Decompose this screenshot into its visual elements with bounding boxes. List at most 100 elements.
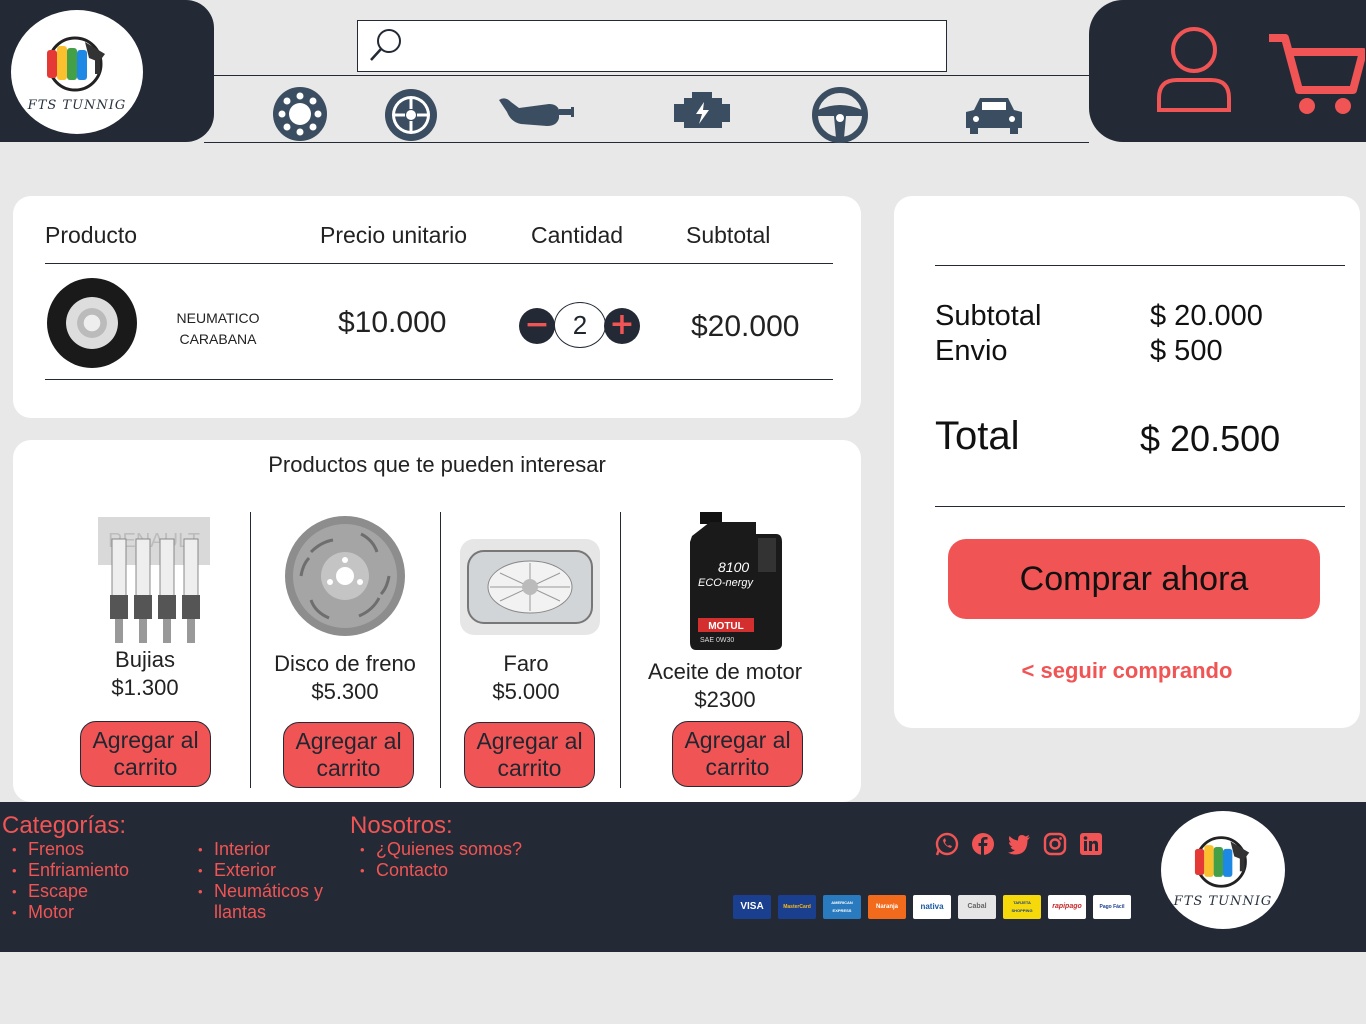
brand-name: FTS TUNNIG: [27, 97, 127, 113]
summary-total-label: Total: [935, 414, 1020, 458]
twitter-icon[interactable]: [1007, 832, 1031, 856]
add-to-cart-button[interactable]: Agregar al carrito: [464, 722, 595, 788]
suggestion-name: Aceite de motor: [647, 659, 803, 684]
header-left-block: FTS TUNNIG: [0, 0, 214, 142]
continue-shopping-link[interactable]: < seguir comprando: [894, 658, 1360, 684]
escape-icon[interactable]: [497, 94, 575, 130]
user-icon[interactable]: [1155, 26, 1233, 114]
suggestions-panel: Productos que te pueden interesar RENAUL…: [13, 440, 861, 802]
footer-link-about[interactable]: ¿Quienes somos?: [350, 839, 570, 860]
summary-subtotal-label: Subtotal: [935, 300, 1042, 332]
cart-panel: Producto Precio unitario Cantidad Subtot…: [13, 196, 861, 418]
product-image-spark-plugs[interactable]: RENAULT: [98, 517, 210, 645]
suggestion-price: $5.300: [311, 679, 379, 704]
brand-logo[interactable]: FTS TUNNIG: [11, 10, 143, 134]
quantity-value[interactable]: 2: [554, 302, 606, 348]
payment-logo: VISA: [733, 895, 771, 919]
footer-link-frenos[interactable]: Frenos: [2, 839, 182, 860]
add-to-cart-button[interactable]: Agregar al carrito: [80, 721, 211, 787]
footer-link-interior[interactable]: Interior: [188, 839, 348, 860]
volante-icon[interactable]: [810, 86, 870, 144]
svg-text:MOTUL: MOTUL: [708, 621, 744, 632]
footer-brand-logo[interactable]: FTS TUNNIG: [1161, 811, 1285, 929]
footer-brand-name: FTS TUNNIG: [1173, 893, 1273, 909]
header-unit-price: Precio unitario: [320, 222, 468, 248]
suggestion-name: Bujias: [115, 647, 175, 672]
spray-gun-logo-icon: [47, 36, 105, 91]
summary-bottom-divider: [935, 506, 1345, 507]
payment-logo: Naranja: [868, 895, 906, 919]
whatsapp-icon[interactable]: [935, 832, 959, 856]
footer-categories-title: Categorías:: [2, 812, 127, 839]
payment-logo: rapipago: [1048, 895, 1086, 919]
cart-icon[interactable]: [1267, 32, 1365, 116]
cart-product-name: NEUMATICO CARABANA: [176, 310, 260, 347]
footer-link-exterior[interactable]: Exterior: [188, 860, 348, 881]
summary-total-value: $ 20.500: [1140, 418, 1281, 459]
footer-link-enfriamiento[interactable]: Enfriamiento: [2, 860, 182, 881]
footer-us-list: ¿Quienes somos? Contacto: [350, 839, 570, 881]
footer: Categorías: Frenos Enfriamiento Escape M…: [0, 802, 1366, 952]
footer-link-motor[interactable]: Motor: [2, 902, 182, 923]
motor-icon[interactable]: [672, 90, 732, 132]
suggestion-item: Aceite de motor $2300: [630, 658, 820, 714]
summary-shipping-value: $ 500: [1150, 335, 1223, 367]
divider: [620, 512, 621, 788]
spray-gun-logo-icon: [1194, 835, 1250, 888]
auto-icon[interactable]: [964, 94, 1024, 136]
suggestion-item: Bujias $1.300: [65, 646, 225, 702]
payment-logo: TARJETA SHOPPING: [1003, 895, 1041, 919]
footer-categories-list-1: Frenos Enfriamiento Escape Motor: [2, 839, 182, 923]
search-input[interactable]: [357, 20, 947, 72]
summary-subtotal-value: $ 20.000: [1150, 300, 1263, 332]
table-header-divider: [45, 263, 833, 264]
footer-link-escape[interactable]: Escape: [2, 881, 182, 902]
payment-logo: nativa: [913, 895, 951, 919]
rueda-icon[interactable]: [383, 88, 439, 142]
quantity-increase-button[interactable]: +: [604, 308, 640, 344]
product-image-tire[interactable]: [47, 278, 137, 368]
divider: [440, 512, 441, 788]
linkedin-icon[interactable]: [1079, 832, 1103, 856]
svg-text:SAE 0W30: SAE 0W30: [700, 637, 734, 644]
header-right-block: [1089, 0, 1366, 142]
search-icon[interactable]: [368, 27, 404, 63]
footer-link-contact[interactable]: Contacto: [350, 860, 570, 881]
product-image-brake-disc[interactable]: [281, 512, 409, 640]
suggestion-price: $1.300: [111, 675, 179, 700]
header-quantity: Cantidad: [531, 222, 624, 248]
instagram-icon[interactable]: [1043, 832, 1067, 856]
add-to-cart-button[interactable]: Agregar al carrito: [283, 722, 414, 788]
suggestion-price: $2300: [694, 687, 756, 712]
svg-text:8100: 8100: [718, 559, 749, 575]
suggestion-name: Faro: [503, 651, 549, 676]
payment-logo: MasterCard: [778, 895, 816, 919]
footer-categories-list-2: Interior Exterior Neumáticos y llantas: [188, 839, 348, 923]
quantity-decrease-button[interactable]: −: [519, 308, 555, 344]
payment-logo: Cabal: [958, 895, 996, 919]
product-image-headlight[interactable]: [460, 539, 600, 635]
payment-methods: VISA MasterCard AMERICAN EXPRESS Naranja…: [733, 895, 1131, 919]
table-row-divider: [45, 379, 833, 380]
social-links: [935, 832, 1103, 856]
suggestion-name: Disco de freno: [274, 651, 416, 676]
footer-link-neumaticos[interactable]: Neumáticos y llantas: [188, 881, 348, 923]
suggestion-item: Disco de freno $5.300: [260, 650, 430, 706]
svg-text:ECO-nergy: ECO-nergy: [698, 577, 755, 589]
add-to-cart-button[interactable]: Agregar al carrito: [672, 721, 803, 787]
product-image-motor-oil[interactable]: 8100 ECO-nergy MOTUL SAE 0W30: [686, 512, 782, 650]
header-product: Producto: [45, 222, 138, 248]
frenos-icon[interactable]: [270, 86, 330, 142]
summary-shipping-label: Envio: [935, 335, 1008, 367]
payment-logo: Pago Fácil: [1093, 895, 1131, 919]
facebook-icon[interactable]: [971, 832, 995, 856]
order-summary-panel: Subtotal $ 20.000 Envio $ 500 Total $ 20…: [894, 196, 1360, 728]
suggestion-item: Faro $5.000: [450, 650, 602, 706]
divider: [250, 512, 251, 788]
buy-now-button[interactable]: Comprar ahora: [948, 539, 1320, 619]
header-subtotal: Subtotal: [686, 222, 771, 248]
suggestion-price: $5.000: [492, 679, 560, 704]
footer-us-title: Nosotros:: [350, 812, 453, 839]
suggestions-title: Productos que te pueden interesar: [268, 452, 606, 477]
payment-logo: AMERICAN EXPRESS: [823, 895, 861, 919]
